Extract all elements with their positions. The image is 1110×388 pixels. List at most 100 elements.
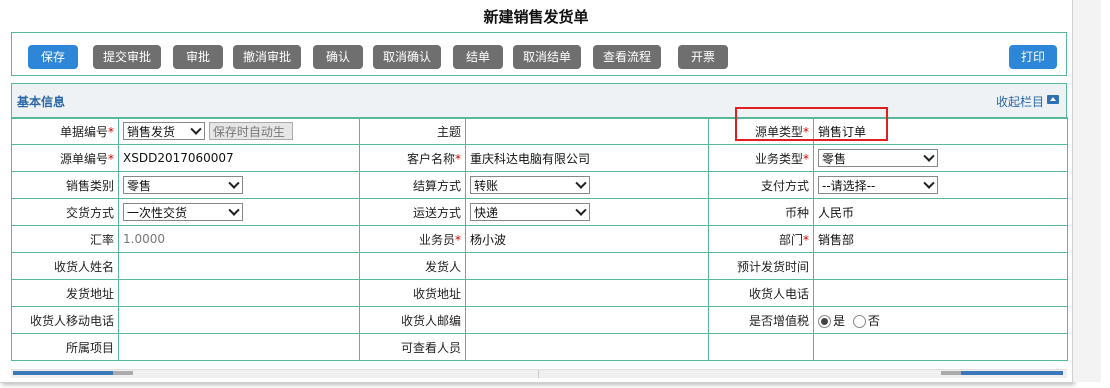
payment-label: 支付方式	[708, 171, 814, 199]
rate-label: 汇率	[11, 225, 119, 253]
sales-category-label: 销售类别	[11, 171, 119, 199]
form-window: 新建销售发货单 保存 提交审批 审批 撤消审批 确认 取消确认 结单 取消结单 …	[0, 0, 1073, 383]
submit-approval-button[interactable]: 提交审批	[93, 45, 161, 69]
cancel-confirm-button[interactable]: 取消确认	[373, 45, 441, 69]
window-shadow-area	[1073, 0, 1101, 382]
table-row: 单据编号* 销售发货 保存时自动生 主题 源单类型* 销售订单	[11, 117, 1068, 145]
subject-input[interactable]	[465, 117, 709, 145]
dept-value[interactable]: 销售部	[813, 225, 1068, 253]
scroll-thumb-left[interactable]	[13, 371, 113, 375]
customer-value: 重庆科达电脑有限公司	[465, 144, 709, 172]
shipper-label: 发货人	[359, 252, 466, 280]
basic-info-table: 单据编号* 销售发货 保存时自动生 主题 源单类型* 销售订单 源单编号* XS…	[11, 117, 1068, 361]
sales-category-cell: 零售	[118, 171, 360, 199]
settlement-select[interactable]: 转账	[470, 176, 590, 194]
eta-input[interactable]	[813, 252, 1068, 280]
project-input[interactable]	[118, 333, 360, 361]
scroll-track-right	[941, 371, 961, 375]
shipping-cell: 快递	[465, 198, 709, 226]
vat-no-label: 否	[867, 313, 880, 328]
customer-label: 客户名称*	[359, 144, 466, 172]
scroll-divider	[538, 370, 539, 378]
doc-no-cell: 销售发货 保存时自动生	[118, 117, 360, 145]
biz-type-cell: 零售	[813, 144, 1068, 172]
biz-type-select[interactable]: 零售	[818, 149, 938, 167]
viewers-label: 可查看人员	[359, 333, 466, 361]
print-button[interactable]: 打印	[1009, 45, 1057, 69]
payment-select[interactable]: --请选择--	[818, 176, 938, 194]
doc-no-label: 单据编号*	[11, 117, 119, 145]
receiver-mobile-label: 收货人移动电话	[11, 306, 119, 334]
dept-label: 部门*	[708, 225, 814, 253]
revoke-approval-button[interactable]: 撤消审批	[233, 45, 301, 69]
doc-type-select[interactable]: 销售发货	[123, 122, 205, 140]
currency-label: 币种	[708, 198, 814, 226]
table-row: 源单编号* XSDD2017060007 客户名称* 重庆科达电脑有限公司 业务…	[11, 144, 1068, 172]
subject-label: 主题	[359, 117, 466, 145]
toolbar: 保存 提交审批 审批 撤消审批 确认 取消确认 结单 取消结单 查看流程 开票 …	[11, 32, 1067, 76]
eta-label: 预计发货时间	[708, 252, 814, 280]
receiver-zip-input[interactable]	[465, 306, 709, 334]
trade-mode-label: 交货方式	[11, 198, 119, 226]
close-order-button[interactable]: 结单	[453, 45, 503, 69]
confirm-button[interactable]: 确认	[313, 45, 363, 69]
scroll-thumb-right[interactable]	[961, 371, 1063, 375]
source-no-value: XSDD2017060007	[118, 144, 360, 172]
table-row: 汇率 1.0000 业务员* 杨小波 部门* 销售部	[11, 225, 1068, 253]
shipper-input[interactable]	[465, 252, 709, 280]
vat-yes-radio[interactable]	[818, 314, 831, 328]
table-row: 销售类别 零售 结算方式 转账 支付方式 --请选择--	[11, 171, 1068, 199]
save-button[interactable]: 保存	[28, 45, 78, 69]
table-row: 发货地址 收货地址 收货人电话	[11, 279, 1068, 307]
receiver-phone-input[interactable]	[813, 279, 1068, 307]
collapse-icon[interactable]	[1047, 95, 1059, 104]
rate-input[interactable]: 1.0000	[118, 225, 360, 253]
trade-mode-select[interactable]: 一次性交货	[123, 203, 243, 221]
vat-yes-label: 是	[833, 313, 846, 328]
doc-no-input[interactable]: 保存时自动生	[208, 122, 293, 140]
vat-label: 是否增值税	[708, 306, 814, 334]
cancel-close-button[interactable]: 取消结单	[513, 45, 581, 69]
table-row: 收货人姓名 发货人 预计发货时间	[11, 252, 1068, 280]
sales-category-select[interactable]: 零售	[123, 176, 243, 194]
table-row: 收货人移动电话 收货人邮编 是否增值税 是 否	[11, 306, 1068, 334]
source-type-value: 销售订单	[813, 117, 1068, 145]
empty-cell	[813, 333, 1068, 361]
table-row: 交货方式 一次性交货 运送方式 快递 币种 人民币	[11, 198, 1068, 226]
receiver-mobile-input[interactable]	[118, 306, 360, 334]
salesman-value[interactable]: 杨小波	[465, 225, 709, 253]
vat-no-radio[interactable]	[852, 314, 866, 328]
invoice-button[interactable]: 开票	[678, 45, 728, 69]
biz-type-label: 业务类型*	[708, 144, 814, 172]
scroll-track-left	[113, 371, 133, 375]
source-type-label: 源单类型*	[708, 117, 814, 145]
horizontal-scrollbar[interactable]	[11, 369, 1067, 378]
page-title: 新建销售发货单	[483, 8, 589, 26]
recv-addr-label: 收货地址	[359, 279, 466, 307]
viewers-input[interactable]	[465, 333, 709, 361]
view-flow-button[interactable]: 查看流程	[593, 45, 661, 69]
vat-cell: 是 否	[813, 306, 1068, 334]
shipping-select[interactable]: 快递	[470, 203, 590, 221]
collapse-section-link[interactable]: 收起栏目	[996, 93, 1044, 110]
project-label: 所属项目	[11, 333, 119, 361]
trade-mode-cell: 一次性交货	[118, 198, 360, 226]
ship-addr-label: 发货地址	[11, 279, 119, 307]
settlement-cell: 转账	[465, 171, 709, 199]
table-row: 所属项目 可查看人员	[11, 333, 1068, 361]
shipping-label: 运送方式	[359, 198, 466, 226]
section-header: 基本信息 收起栏目	[11, 83, 1067, 119]
receiver-name-label: 收货人姓名	[11, 252, 119, 280]
empty-cell	[708, 333, 814, 361]
receiver-name-input[interactable]	[118, 252, 360, 280]
ship-addr-input[interactable]	[118, 279, 360, 307]
receiver-zip-label: 收货人邮编	[359, 306, 466, 334]
salesman-label: 业务员*	[359, 225, 466, 253]
approve-button[interactable]: 审批	[173, 45, 223, 69]
currency-value: 人民币	[813, 198, 1068, 226]
recv-addr-input[interactable]	[465, 279, 709, 307]
section-title: 基本信息	[17, 95, 66, 109]
source-no-label: 源单编号*	[11, 144, 119, 172]
payment-cell: --请选择--	[813, 171, 1068, 199]
settlement-label: 结算方式	[359, 171, 466, 199]
